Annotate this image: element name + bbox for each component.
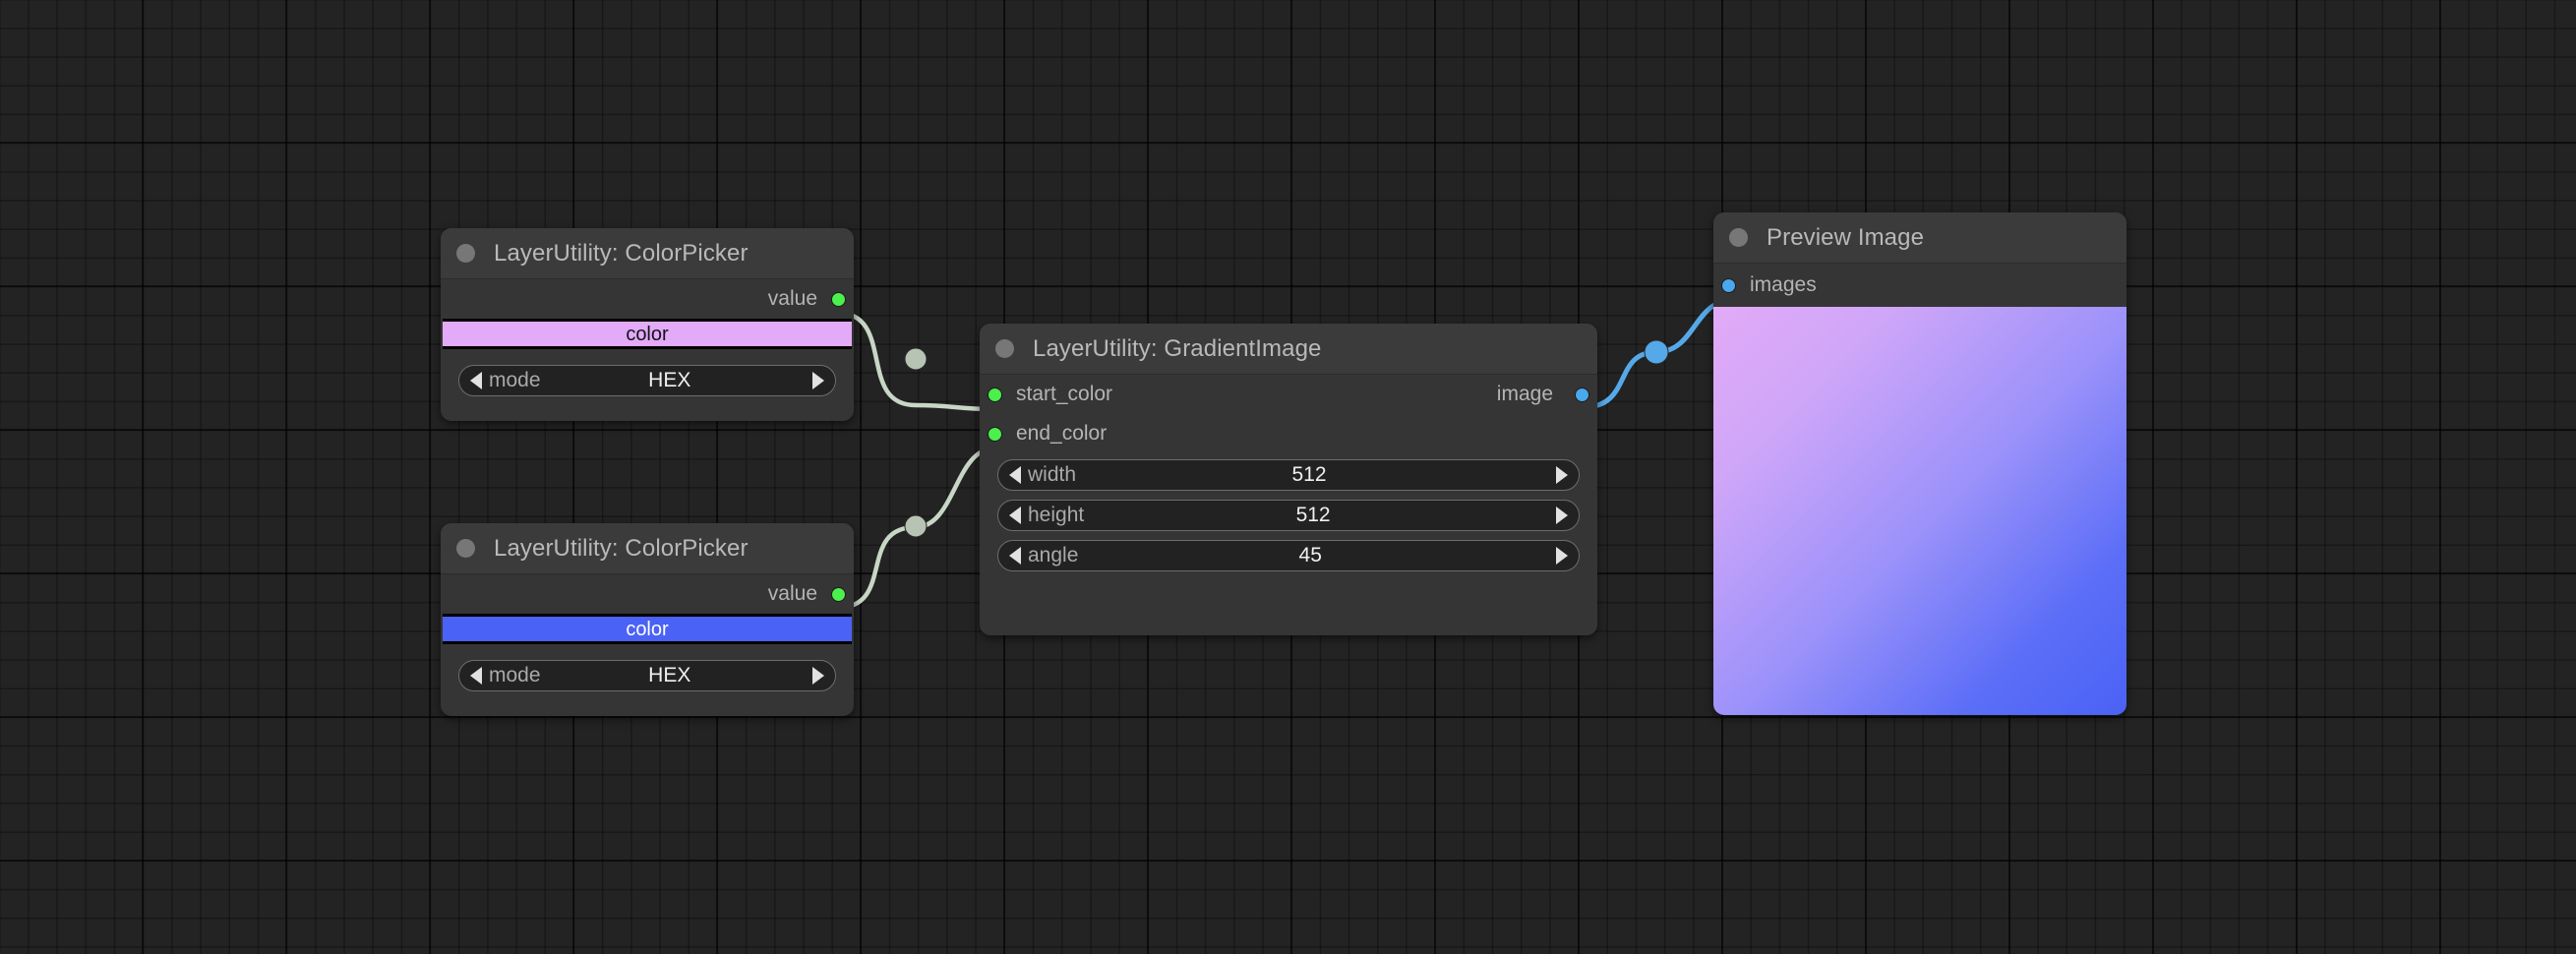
input-slot-label: images [1750,273,1817,296]
node-title-label: Preview Image [1767,223,1925,251]
node-title-bar[interactable]: LayerUtility: ColorPicker [441,228,854,279]
widget-spacer [441,349,854,365]
color-swatch-label: color [626,618,669,640]
output-slot-dot-icon[interactable] [1575,387,1589,402]
collapse-dot-icon[interactable] [456,244,475,263]
node-bottom-padding [980,580,1597,635]
link-colorpicker1-start [834,310,997,412]
input-slot-label: start_color [1016,383,1113,405]
arrow-left-icon[interactable] [1009,547,1021,565]
widget-value: HEX [648,369,691,391]
node-graph-canvas[interactable]: LayerUtility: ColorPicker value color mo… [0,0,2576,954]
arrow-right-icon[interactable] [812,372,824,389]
arrow-left-icon[interactable] [470,372,482,389]
output-slot-dot-icon[interactable] [831,291,846,307]
output-slot-dot-icon[interactable] [831,586,846,602]
input-slot-label: end_color [1016,422,1108,445]
widget-value: 512 [1291,463,1327,486]
input-slot-dot-icon[interactable] [988,426,1002,442]
arrow-left-icon[interactable] [470,667,482,685]
input-slot-end-color[interactable]: end_color [980,414,1597,453]
input-slot-dot-icon[interactable] [988,387,1002,402]
arrow-right-icon[interactable] [1556,547,1568,565]
arrow-left-icon[interactable] [1009,466,1021,484]
node-colorpicker-2[interactable]: LayerUtility: ColorPicker value color mo… [441,523,854,716]
widget-label: angle [1028,544,1079,566]
color-swatch-widget[interactable]: color [443,614,852,644]
node-title-label: LayerUtility: GradientImage [1033,334,1322,362]
node-body: start_color image end_color width 512 he… [980,375,1597,635]
widget-label: mode [489,664,541,686]
node-title-bar[interactable]: LayerUtility: ColorPicker [441,523,854,574]
arrow-right-icon[interactable] [812,667,824,685]
widget-label: height [1028,504,1085,526]
output-slot-value[interactable]: value [441,574,854,614]
node-body: images [1713,264,2127,715]
link-midpoint-dot[interactable] [1644,339,1669,365]
input-slot-dot-icon[interactable] [1721,277,1736,293]
collapse-dot-icon[interactable] [456,539,475,558]
widget-value: 512 [1295,504,1331,526]
preview-image-output[interactable] [1713,307,2127,715]
node-title-bar[interactable]: LayerUtility: GradientImage [980,324,1597,375]
node-body: value color mode HEX [441,279,854,421]
output-slot-value[interactable]: value [441,279,854,319]
arrow-right-icon[interactable] [1555,466,1568,484]
node-body: value color mode HEX [441,574,854,716]
node-colorpicker-1[interactable]: LayerUtility: ColorPicker value color mo… [441,228,854,421]
widget-height-number[interactable]: height 512 [997,500,1580,531]
output-slot-label: image [1496,383,1553,405]
node-gradientimage[interactable]: LayerUtility: GradientImage start_color … [980,324,1597,635]
output-slot-label: value [767,287,817,310]
widget-mode-combo[interactable]: mode HEX [458,660,836,691]
output-slot-label: value [767,582,817,605]
widget-spacer [441,644,854,660]
widget-angle-number[interactable]: angle 45 [997,540,1580,571]
link-midpoint-dot[interactable] [904,514,928,538]
node-title-bar[interactable]: Preview Image [1713,212,2127,264]
node-title-label: LayerUtility: ColorPicker [494,534,749,562]
collapse-dot-icon[interactable] [995,339,1014,358]
widget-label: mode [489,369,541,391]
link-midpoint-dot[interactable] [904,347,928,371]
widget-value: HEX [648,664,691,686]
color-swatch-label: color [626,323,669,345]
widget-width-number[interactable]: width 512 [997,459,1580,491]
widget-label: width [1028,463,1077,486]
link-colorpicker2-end [834,446,997,611]
collapse-dot-icon[interactable] [1729,228,1748,247]
widget-value: 45 [1298,544,1322,566]
slot-row-start-color-and-image: start_color image [980,375,1597,414]
widget-spacer [441,700,854,716]
arrow-right-icon[interactable] [1555,507,1568,524]
link-gradient-preview [1581,297,1736,410]
color-swatch[interactable]: color [443,322,852,346]
arrow-left-icon[interactable] [1009,507,1021,524]
node-preview-image[interactable]: Preview Image images [1713,212,2127,715]
node-title-label: LayerUtility: ColorPicker [494,239,749,267]
widget-mode-combo[interactable]: mode HEX [458,365,836,396]
color-swatch-widget[interactable]: color [443,319,852,349]
widget-spacer [441,405,854,421]
input-slot-images[interactable]: images [1713,264,2127,307]
color-swatch[interactable]: color [443,617,852,641]
